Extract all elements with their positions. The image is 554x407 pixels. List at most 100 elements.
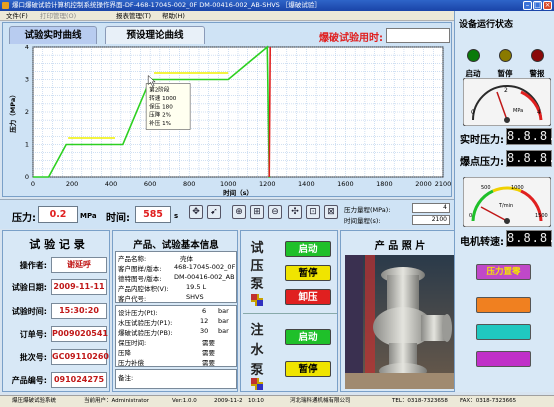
tooltip-line: 转速 1000 <box>149 94 177 102</box>
water-pump-start-button[interactable]: 启动 <box>285 329 331 345</box>
test-date-field[interactable]: 2009-11-11 <box>51 279 107 295</box>
water-pump-label-1: 注 <box>250 323 264 338</box>
menu-file[interactable]: 文件(F) <box>6 11 28 21</box>
pressure-pump-label-2: 压 <box>250 259 264 274</box>
info-label: 客户图样/版本: <box>118 265 162 273</box>
product-number-field[interactable]: 091024275 <box>51 372 107 388</box>
param-value: 12 <box>200 317 209 325</box>
time-range-label: 时间量程(s): <box>344 217 381 225</box>
pan-icon[interactable]: ✣ <box>288 205 302 219</box>
zoom-out-icon[interactable]: ⊖ <box>268 205 282 219</box>
gauge-unit: T/min <box>498 203 513 209</box>
param-label: 水压试验压力(P1): <box>118 319 173 327</box>
pressure-label: 压力: <box>12 213 36 224</box>
gauge-tick: 500 <box>481 185 491 191</box>
cursor-select-icon[interactable]: ➹ <box>207 205 221 219</box>
pump-control-panel: 试 压 泵 启动 暂停 卸压 注 水 泵 启动 暂停 <box>240 230 338 392</box>
close-icon[interactable]: × <box>543 1 552 10</box>
test-params-box: 设计压力(Pt): 6 bar 水压试验压力(P1): 12 bar 爆破试验压… <box>115 305 237 367</box>
order-number-field[interactable]: P009020541 <box>51 326 108 342</box>
time-value: 585 <box>135 206 171 223</box>
window-title: 爆口爆破试验计算机控制系统操作界面-DF-468-17045-002_0F DM… <box>12 1 321 9</box>
param-label: 爆破试验压力(PB): <box>118 329 173 337</box>
tooltip-line: 压降 2% <box>149 111 171 119</box>
info-value: 19.5 L <box>186 283 207 291</box>
menu-report[interactable]: 报表管理(T) <box>116 11 151 21</box>
pressure-range-input[interactable]: 4 <box>412 203 450 213</box>
param-unit: bar <box>218 307 229 315</box>
pump-divider <box>243 313 337 314</box>
zoom-in-icon[interactable]: ⊕ <box>232 205 246 219</box>
info-title: 产品、试验基本信息 <box>133 240 219 251</box>
x-tick-label: 0 <box>31 180 35 188</box>
tooltip-line: 补压 1% <box>149 119 171 127</box>
operator-label: 操作者: <box>19 261 47 270</box>
app-icon <box>2 2 9 9</box>
zoom-window-icon[interactable]: ⊞ <box>250 205 264 219</box>
batch-number-label: 批次号: <box>19 353 47 362</box>
x-tick-label: 1800 <box>376 180 393 188</box>
param-label: 保压时间: <box>118 339 147 347</box>
pressure-pump-pause-button[interactable]: 暂停 <box>285 265 331 281</box>
time-range-input[interactable]: 2100 <box>412 215 450 225</box>
record-row: 订单号: P009020541 <box>7 326 108 343</box>
y-axis-label: 压力（MPa） <box>8 91 17 132</box>
product-photo <box>345 255 455 389</box>
x-tick-label: 1200 <box>259 180 276 188</box>
reset-view-icon[interactable]: ⊠ <box>324 205 338 219</box>
orange-button[interactable] <box>476 297 531 313</box>
test-time-field[interactable]: 15:30:20 <box>51 303 107 319</box>
tab-realtime-curve[interactable]: 试验实时曲线 <box>9 26 97 44</box>
cursor-move-icon[interactable]: ✥ <box>189 205 203 219</box>
tooltip-line: 保压 180 <box>149 102 173 110</box>
param-value: 需要 <box>202 349 215 357</box>
status-fax: FAX：0318-7323665 <box>460 398 517 404</box>
water-pump-pause-button[interactable]: 暂停 <box>285 361 331 377</box>
menu-help[interactable]: 帮助(H) <box>162 11 185 21</box>
param-label: 压降 <box>118 349 131 357</box>
water-pump-label-2: 水 <box>250 343 264 358</box>
status-panel: 设备运行状态 启动 暂停 警报 0 2 4 MPa 实时压力: 8.8.8.8 … <box>454 11 554 392</box>
x-tick-label: 800 <box>183 180 195 188</box>
operator-field[interactable]: 谢延呼 <box>51 257 107 273</box>
water-pump-icon <box>251 378 263 390</box>
record-row: 批次号: GC09110260 <box>7 349 109 366</box>
zoom-region-icon[interactable]: ⊡ <box>306 205 320 219</box>
product-info-panel: 产品、试验基本信息 产品名称: 壳体 客户图样/版本: 468-17045-00… <box>112 230 238 392</box>
x-axis-label: 时间（s） <box>223 188 253 197</box>
x-tick-label: 200 <box>66 180 78 188</box>
status-title: 设备运行状态 <box>459 20 514 30</box>
y-tick-label: 1 <box>25 141 29 149</box>
start-led-icon <box>467 49 480 62</box>
maximize-icon[interactable]: □ <box>533 1 542 10</box>
remark-label: 备注: <box>118 374 134 382</box>
gauge-tick: 0 <box>471 109 475 116</box>
status-time: 10:10 <box>248 398 264 404</box>
tab-preset-curve[interactable]: 预设理论曲线 <box>105 26 205 44</box>
status-company: 河北瑞科通机械有限公司 <box>290 398 351 404</box>
x-tick-label: 1000 <box>220 180 237 188</box>
batch-number-field[interactable]: GC09110260 <box>51 349 109 365</box>
info-label: 产品内腔体积(V): <box>118 285 169 293</box>
test-date-label: 试验日期: <box>11 283 47 292</box>
remark-box[interactable]: 备注: <box>115 369 237 389</box>
photo-title: 产 品 照 片 <box>374 241 426 252</box>
param-label: 设计压力(Pt): <box>118 309 158 317</box>
realtime-pressure-label: 实时压力: <box>460 135 504 146</box>
speed-gauge: 0 500 1000 1500 T/min <box>463 177 551 227</box>
param-unit: bar <box>218 327 229 335</box>
purple-button[interactable] <box>476 351 531 367</box>
menu-print[interactable]: 打印管理(O) <box>40 11 76 21</box>
pressure-pump-start-button[interactable]: 启动 <box>285 241 331 257</box>
chart-panel: 试验实时曲线 预设理论曲线 爆破试验用时: 0 200 400 600 800 1000 1… <box>2 22 452 197</box>
minimize-icon[interactable]: – <box>523 1 532 10</box>
record-row: 试验日期: 2009-11-11 <box>7 279 107 296</box>
gauge-tick: 4 <box>537 109 541 116</box>
pressure-reset-button[interactable]: 压力置零 <box>476 264 531 280</box>
window-titlebar: 爆口爆破试验计算机控制系统操作界面-DF-468-17045-002_0F DM… <box>0 0 554 11</box>
status-bar: 爆压爆破试验系统 当前用户：Administrator Ver:1.0.0 20… <box>0 395 554 407</box>
y-tick-label: 4 <box>25 45 29 51</box>
pressure-release-button[interactable]: 卸压 <box>285 289 331 305</box>
pause-led-icon <box>499 49 512 62</box>
cyan-button[interactable] <box>476 324 531 340</box>
